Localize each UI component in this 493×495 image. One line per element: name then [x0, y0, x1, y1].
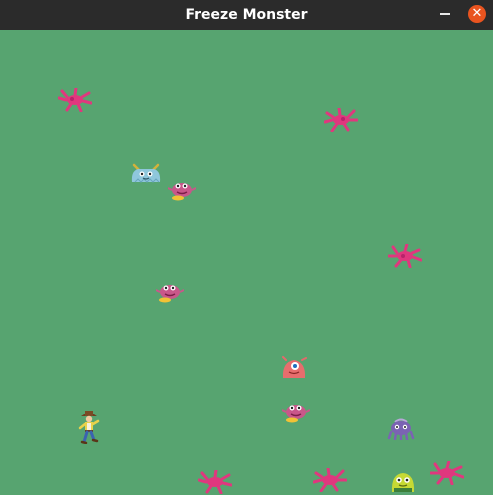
minimize-icon[interactable] — [440, 13, 450, 15]
frozen-monster-splat — [198, 470, 232, 494]
title-bar: Freeze Monster ✕ — [0, 0, 493, 30]
pink-cyclops-monster — [282, 356, 307, 378]
game-window: Freeze Monster ✕ — [0, 0, 493, 495]
pink-crab-monster — [168, 183, 196, 201]
frozen-monster-splat — [58, 88, 92, 112]
close-icon[interactable]: ✕ — [468, 5, 486, 23]
game-board[interactable] — [0, 30, 493, 495]
frozen-monster-splat — [388, 244, 422, 268]
window-title: Freeze Monster — [185, 7, 308, 23]
blue-horned-monster — [131, 163, 161, 183]
frozen-monster-splat — [430, 461, 464, 485]
pink-crab-monster — [156, 285, 184, 303]
pink-crab-monster — [282, 405, 310, 423]
cowboy-player — [78, 411, 100, 444]
yellow-green-monster — [391, 473, 415, 492]
purple-octopus-monster — [387, 418, 415, 440]
frozen-monster-splat — [324, 108, 358, 132]
frozen-monster-splat — [313, 468, 347, 492]
